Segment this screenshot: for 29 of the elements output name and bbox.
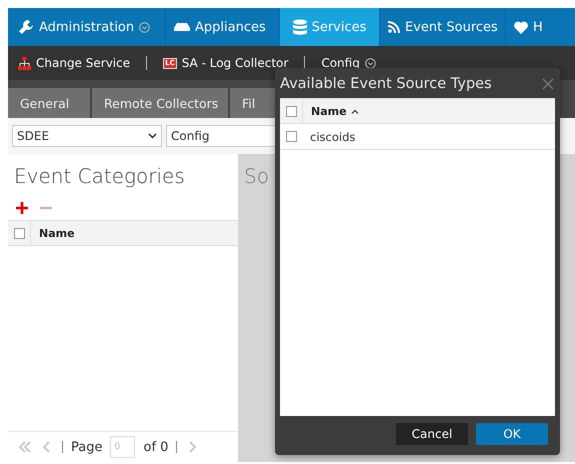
- rss-icon: [388, 21, 400, 33]
- column-header[interactable]: Name: [311, 104, 347, 118]
- type-dropdown[interactable]: SDEE: [12, 125, 162, 147]
- view-menu[interactable]: Config: [321, 56, 376, 70]
- page-label: Page: [71, 440, 102, 454]
- appliance-icon: [174, 22, 190, 32]
- select-all-checkbox[interactable]: [286, 106, 296, 116]
- panel-title: Event Categories: [13, 163, 186, 190]
- change-service-link[interactable]: Change Service: [18, 56, 130, 70]
- first-page-icon[interactable]: [18, 440, 32, 454]
- hierarchy-icon: [18, 56, 31, 70]
- database-icon: [292, 19, 307, 35]
- panel-title: So: [243, 163, 270, 190]
- row-checkbox[interactable]: [286, 131, 296, 142]
- nav-tab[interactable]: Services: [280, 8, 380, 46]
- column-header[interactable]: Name: [39, 226, 75, 240]
- ok-button[interactable]: OK: [476, 423, 548, 445]
- tab[interactable]: General: [8, 88, 90, 118]
- wrench-icon: [18, 19, 34, 35]
- page-count: of 0: [143, 440, 168, 454]
- add-icon[interactable]: [16, 202, 28, 214]
- chevron-icon: [148, 133, 157, 139]
- tab[interactable]: Remote Collectors: [92, 88, 228, 118]
- remove-icon[interactable]: [40, 206, 52, 210]
- heart-icon: [514, 20, 528, 34]
- dropdown-icon[interactable]: [364, 58, 376, 68]
- close-icon[interactable]: [542, 78, 554, 90]
- cancel-button[interactable]: Cancel: [396, 423, 468, 445]
- select-all-checkbox[interactable]: [14, 228, 24, 238]
